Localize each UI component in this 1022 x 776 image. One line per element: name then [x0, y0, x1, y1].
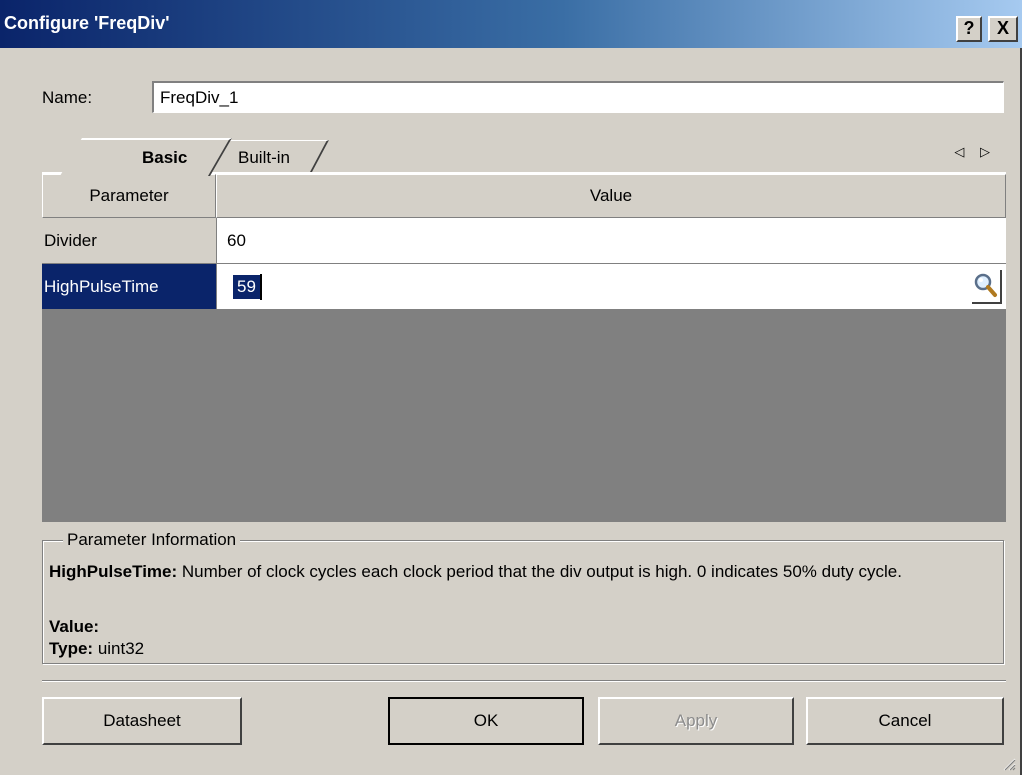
grid-header: Parameter Value [42, 174, 1006, 218]
parameter-type-line: Type: uint32 [49, 639, 145, 658]
column-header-value[interactable]: Value [216, 174, 1006, 218]
magnifier-icon[interactable] [972, 270, 1002, 304]
parameter-description: HighPulseTime: Number of clock cycles ea… [49, 562, 902, 581]
ok-button[interactable]: OK [388, 697, 584, 745]
tab-basic-label: Basic [142, 148, 188, 167]
close-button[interactable]: X [988, 16, 1018, 42]
datasheet-button[interactable]: Datasheet [42, 697, 242, 745]
value-label: Value [49, 617, 94, 636]
type-text: uint32 [93, 639, 145, 658]
tab-built-in-label: Built-in [238, 148, 290, 167]
parameter-name-bold: HighPulseTime [49, 562, 172, 581]
button-separator [42, 680, 1006, 682]
parameter-grid: Parameter Value Divider 60 HighPulseTime… [42, 174, 1006, 522]
name-label: Name: [42, 88, 93, 107]
parameter-value-editor[interactable]: 59 [216, 264, 1006, 310]
parameter-name-cell[interactable]: Divider [42, 218, 216, 264]
parameter-value-line: Value: [49, 617, 100, 636]
help-button[interactable]: ? [956, 16, 982, 42]
tab-scroll-arrows[interactable]: ◁ ▷ [954, 144, 996, 160]
parameter-name-cell[interactable]: HighPulseTime [42, 264, 216, 310]
parameter-information-legend: Parameter Information [63, 530, 241, 550]
grid-row[interactable]: Divider 60 [42, 218, 1006, 264]
apply-button[interactable]: Apply [598, 697, 794, 745]
title-bar[interactable]: Configure 'FreqDiv' ? X [0, 0, 1022, 48]
grid-row-selected[interactable]: HighPulseTime 59 [42, 264, 1006, 310]
parameter-description-text: Number of clock cycles each clock period… [177, 562, 902, 581]
parameter-value-cell[interactable]: 60 [216, 218, 1006, 264]
parameter-information-group: Parameter Information HighPulseTime: Num… [42, 530, 1004, 664]
type-label: Type [49, 639, 88, 658]
window-title: Configure 'FreqDiv' [4, 13, 170, 33]
name-input[interactable] [152, 81, 1004, 113]
cancel-button[interactable]: Cancel [806, 697, 1004, 745]
tab-strip: Basic Built-in ◁ ▷ [42, 130, 1006, 176]
resize-grip-icon[interactable] [1000, 755, 1016, 771]
selected-value-text[interactable]: 59 [233, 275, 260, 299]
column-header-parameter[interactable]: Parameter [42, 174, 216, 218]
configure-dialog: Configure 'FreqDiv' ? X Name: Basic Buil… [0, 0, 1022, 775]
text-caret [259, 274, 262, 300]
